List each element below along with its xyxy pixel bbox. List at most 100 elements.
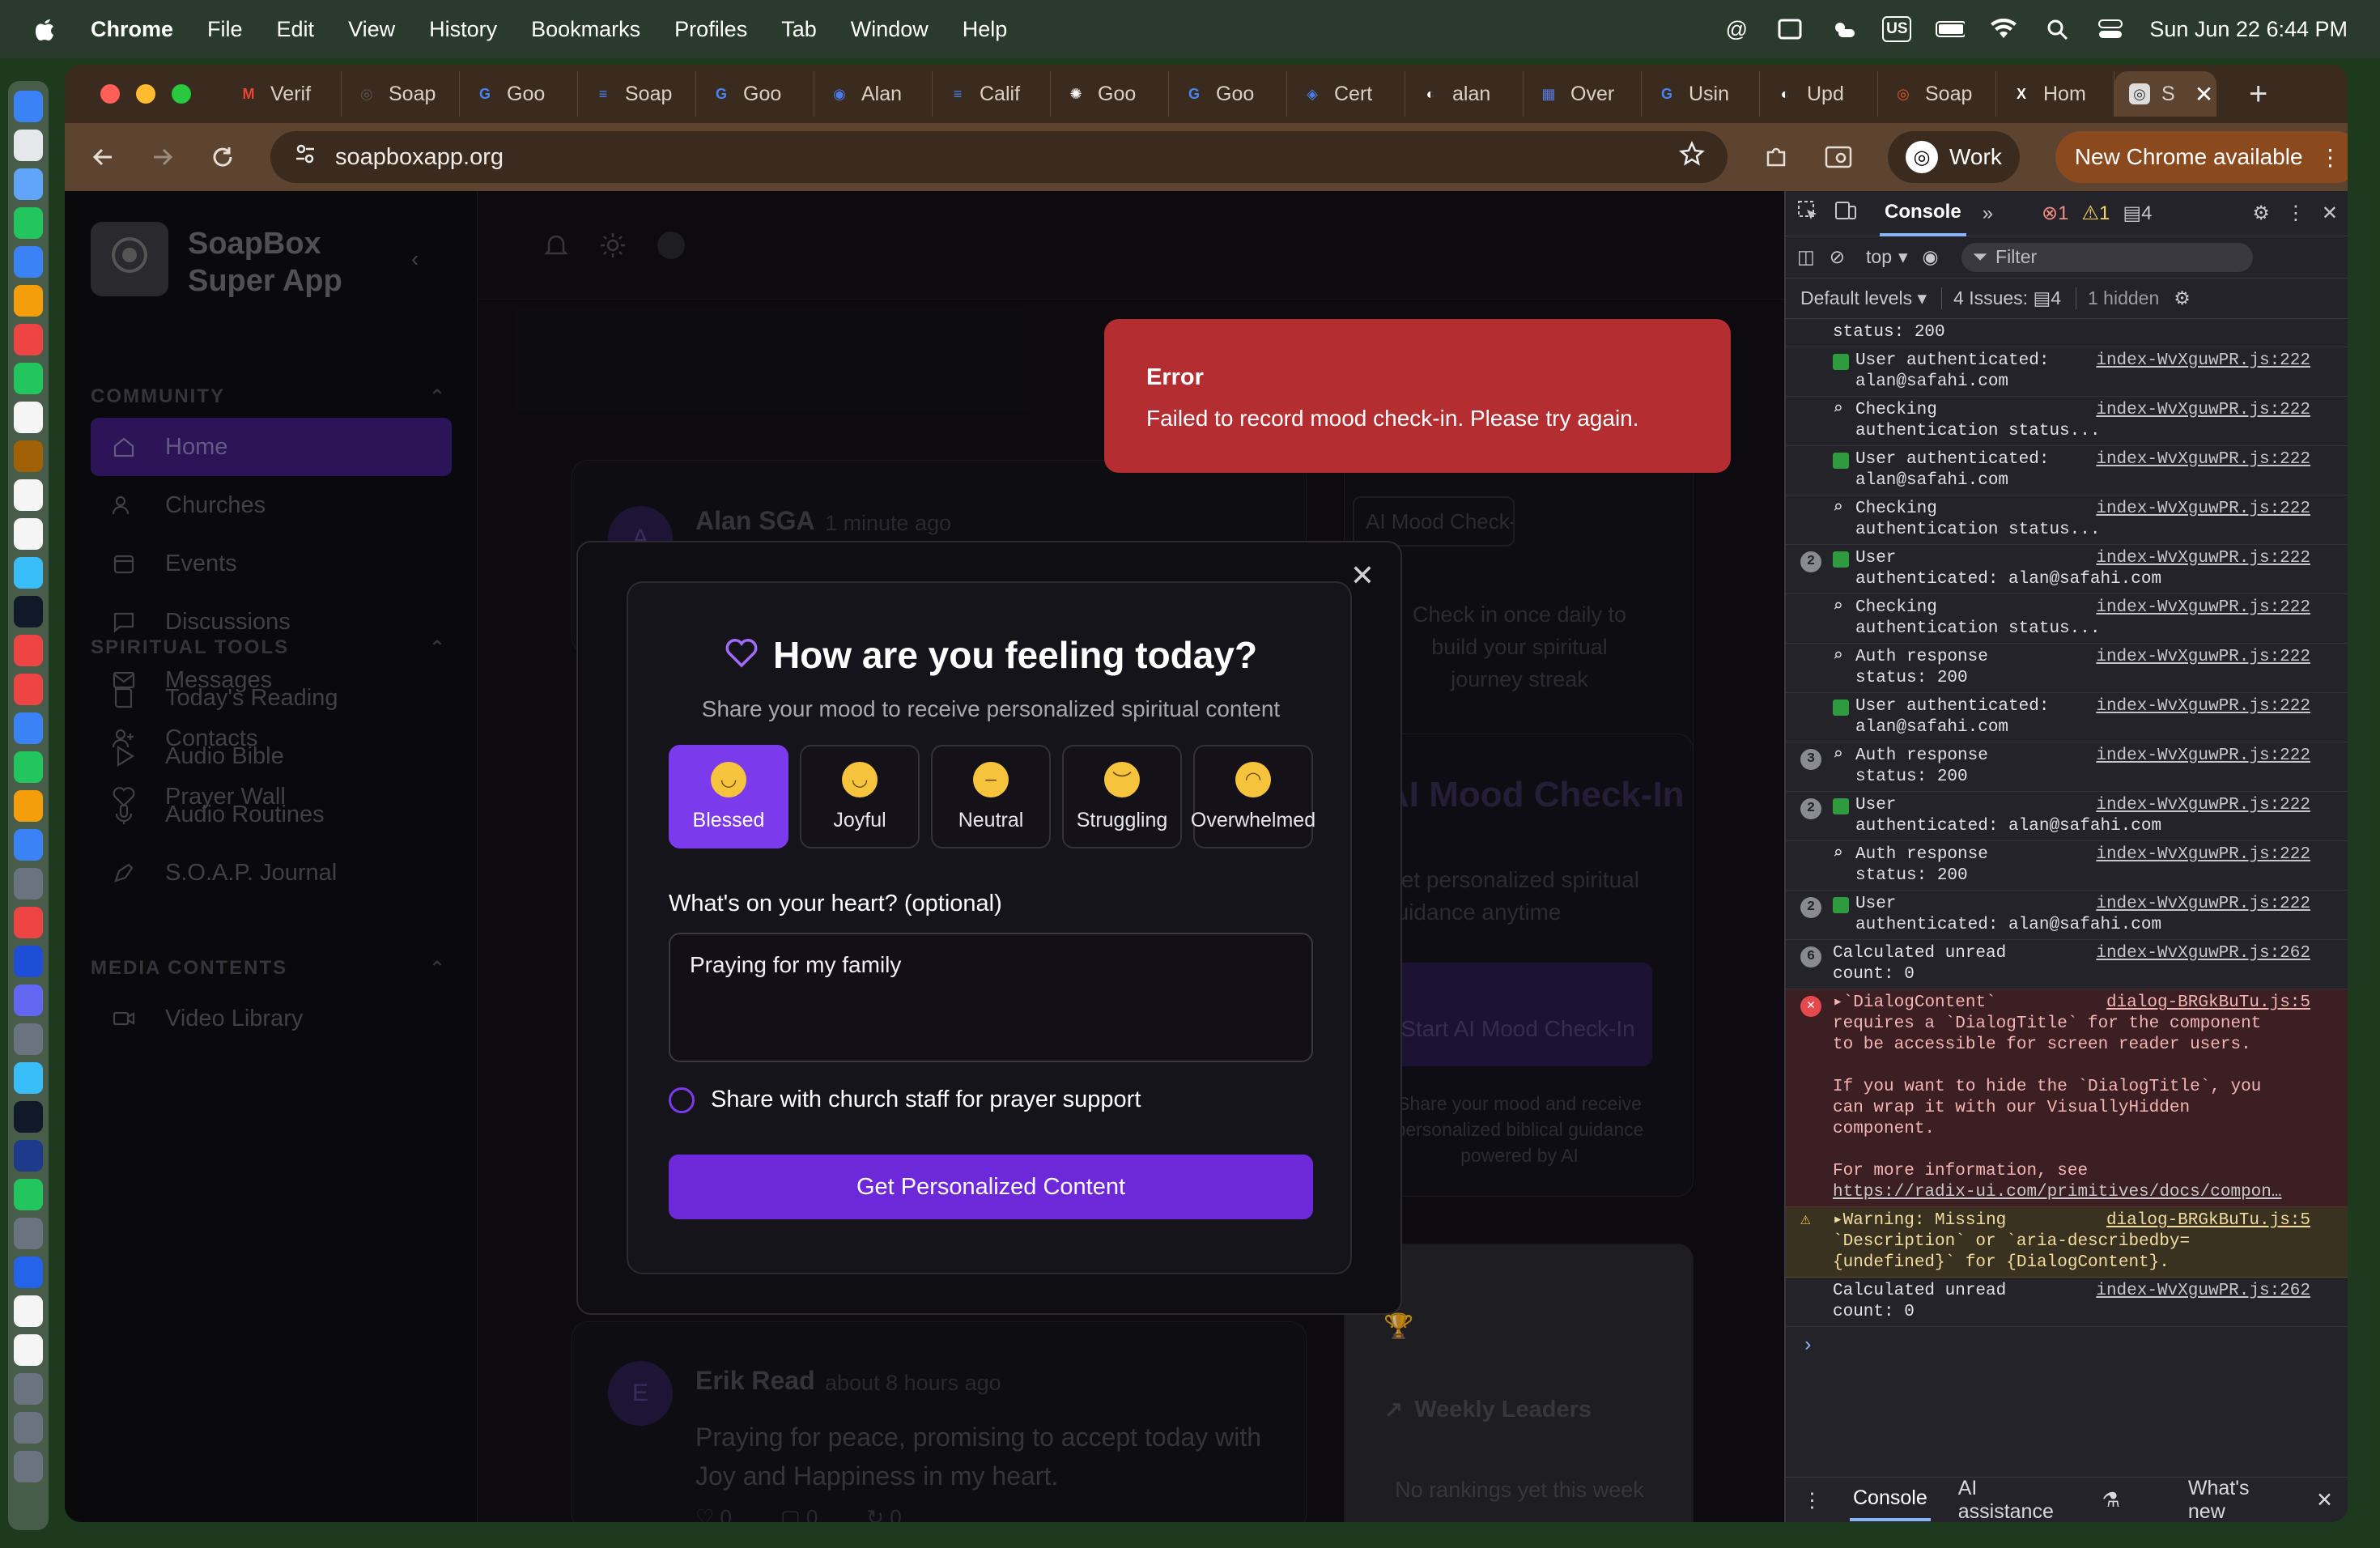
console-warning-entry[interactable]: ⚠ ▸Warning: Missing `Description` or `ari…	[1786, 1207, 2348, 1278]
tab-item[interactable]: ◐ alan	[1405, 71, 1524, 117]
menu-help[interactable]: Help	[963, 17, 1008, 42]
heart-textarea[interactable]: Praying for my family	[669, 933, 1313, 1062]
console-entry[interactable]: 6 Calculated unread count: 0 index-WvXguwP…	[1786, 940, 2348, 989]
new-tab-button[interactable]: +	[2249, 78, 2267, 110]
source-link[interactable]: dialog-BRGkBuTu.js:5	[2106, 993, 2310, 1014]
source-link[interactable]: dialog-BRGkBuTu.js:5	[2106, 1210, 2310, 1231]
dock-app-icon[interactable]	[14, 518, 43, 550]
dock-app-icon[interactable]	[14, 1451, 43, 1482]
share-radio[interactable]	[669, 1087, 695, 1113]
console-entry[interactable]: ⌕ Auth response status: 200 index-WvXguwPR…	[1786, 644, 2348, 693]
dock-app-icon[interactable]	[14, 1179, 43, 1210]
source-link[interactable]: index-WvXguwPR.js:222	[2096, 696, 2310, 717]
mood-joyful[interactable]: ◡ Joyful	[800, 745, 920, 848]
bookmark-star-icon[interactable]	[1679, 140, 1705, 173]
console-error-entry[interactable]: ✕ ▸`DialogContent` requires a `DialogTitl…	[1786, 989, 2348, 1207]
settings-gear-icon[interactable]: ⚙	[2252, 202, 2270, 225]
control-center-icon[interactable]	[2096, 16, 2125, 42]
menu-bookmarks[interactable]: Bookmarks	[531, 17, 640, 42]
clear-console-icon[interactable]: ⊘	[1830, 246, 1845, 268]
dock-app-icon[interactable]	[14, 829, 43, 861]
dock-app-icon[interactable]	[14, 674, 43, 705]
console-entry[interactable]: ⌕ Checking authentication status... index-…	[1786, 495, 2348, 545]
keyboard-layout[interactable]: US	[1882, 16, 1912, 42]
close-window-button[interactable]	[100, 84, 120, 104]
menu-view[interactable]: View	[348, 17, 395, 42]
console-entry[interactable]: 2 User authenticated: alan@safahi.com inde…	[1786, 891, 2348, 940]
dock-app-icon[interactable]	[14, 246, 43, 278]
source-link[interactable]: index-WvXguwPR.js:222	[2096, 351, 2310, 372]
drawer-tab-ai-assistance[interactable]: AI assistance	[1958, 1477, 2075, 1523]
source-link[interactable]: index-WvXguwPR.js:262	[2096, 1281, 2310, 1302]
source-link[interactable]: index-WvXguwPR.js:222	[2096, 894, 2310, 915]
tab-item[interactable]: ✺ Goo	[1051, 71, 1169, 117]
mood-struggling[interactable]: ︶ Struggling	[1062, 745, 1182, 848]
address-bar[interactable]: soapboxapp.org	[270, 131, 1728, 183]
close-drawer-icon[interactable]: ✕	[2316, 1488, 2333, 1512]
dock-app-icon[interactable]	[14, 91, 43, 122]
drawer-tab-whats-new[interactable]: What's new	[2188, 1477, 2289, 1523]
dock-app-icon[interactable]	[14, 1295, 43, 1327]
tab-item[interactable]: G Goo	[460, 71, 578, 117]
tab-item[interactable]: ◈ Cert	[1287, 71, 1405, 117]
tab-item[interactable]: G Goo	[1169, 71, 1287, 117]
forward-button[interactable]	[151, 142, 175, 172]
menubar-clock[interactable]: Sun Jun 22 6:44 PM	[2149, 17, 2348, 42]
dock-app-icon[interactable]	[14, 324, 43, 355]
console-prompt[interactable]: ›	[1786, 1327, 2348, 1365]
console-entry[interactable]: ⌕ Checking authentication status... index-…	[1786, 594, 2348, 644]
menu-file[interactable]: File	[207, 17, 243, 42]
site-info-icon[interactable]	[293, 142, 317, 172]
kebab-menu-icon[interactable]: ⋮	[1802, 1488, 1822, 1512]
source-link[interactable]: index-WvXguwPR.js:222	[2096, 548, 2310, 569]
source-link[interactable]: index-WvXguwPR.js:222	[2096, 844, 2310, 865]
menu-app-name[interactable]: Chrome	[91, 17, 173, 42]
mood-neutral[interactable]: – Neutral	[931, 745, 1051, 848]
console-entry[interactable]: User authenticated: alan@safahi.com index…	[1786, 347, 2348, 397]
console-entry[interactable]: ⌕ Auth response status: 200 index-WvXguwPR…	[1786, 841, 2348, 891]
eye-icon[interactable]: ◉	[1923, 246, 1939, 268]
outlook-icon[interactable]	[1775, 16, 1804, 42]
dock-app-icon[interactable]	[14, 712, 43, 744]
tab-item[interactable]: ▦ Over	[1524, 71, 1642, 117]
zoom-window-button[interactable]	[172, 84, 191, 104]
console-entry[interactable]: status: 200	[1786, 319, 2348, 347]
dock-app-icon[interactable]	[14, 1218, 43, 1249]
dock-app-icon[interactable]	[14, 1140, 43, 1172]
console-entry[interactable]: 2 User authenticated: alan@safahi.com inde…	[1786, 792, 2348, 841]
dock-app-icon[interactable]	[14, 868, 43, 899]
dock-app-icon[interactable]	[14, 479, 43, 511]
mood-blessed[interactable]: ◡ Blessed	[669, 745, 788, 848]
dock-app-icon[interactable]	[14, 402, 43, 433]
close-devtools-icon[interactable]: ✕	[2322, 202, 2338, 225]
tab-item[interactable]: G Goo	[696, 71, 814, 117]
docs-link[interactable]: https://radix-ui.com/primitives/docs/com…	[1833, 1182, 2333, 1203]
tab-item[interactable]: ◉ Alan	[814, 71, 933, 117]
tab-item[interactable]: ≡ Soap	[578, 71, 696, 117]
issues-link[interactable]: 4 Issues: ▤4	[1941, 287, 2061, 309]
dock-app-icon[interactable]	[14, 440, 43, 472]
dock-app-icon[interactable]	[14, 363, 43, 394]
source-link[interactable]: index-WvXguwPR.js:222	[2096, 400, 2310, 421]
dock-app-icon[interactable]	[14, 1373, 43, 1405]
dock-app-icon[interactable]	[14, 635, 43, 666]
dock-app-icon[interactable]	[14, 130, 43, 161]
source-link[interactable]: index-WvXguwPR.js:262	[2096, 943, 2310, 964]
settings-gear-icon[interactable]: ⚙	[2174, 287, 2191, 309]
dock-app-icon[interactable]	[14, 1257, 43, 1288]
tab-item[interactable]: ◎ Soap	[342, 71, 460, 117]
reload-button[interactable]	[210, 142, 235, 172]
dock-app-icon[interactable]	[14, 946, 43, 977]
source-link[interactable]: index-WvXguwPR.js:222	[2096, 499, 2310, 520]
error-toast[interactable]: Error Failed to record mood check-in. Pl…	[1104, 319, 1731, 473]
dock-app-icon[interactable]	[14, 751, 43, 783]
more-tabs-icon[interactable]: »	[1983, 202, 1993, 225]
dock-app-icon[interactable]	[14, 907, 43, 938]
share-with-staff-row[interactable]: Share with church staff for prayer suppo…	[669, 1087, 1141, 1113]
tab-item[interactable]: G Usin	[1642, 71, 1760, 117]
update-chrome-button[interactable]: New Chrome available ⋮	[2055, 131, 2348, 183]
levels-dropdown[interactable]: Default levels ▾	[1800, 287, 1927, 309]
dock-app-icon[interactable]	[14, 168, 43, 200]
menu-edit[interactable]: Edit	[277, 17, 315, 42]
drawer-tab-console[interactable]: Console	[1850, 1478, 1931, 1521]
